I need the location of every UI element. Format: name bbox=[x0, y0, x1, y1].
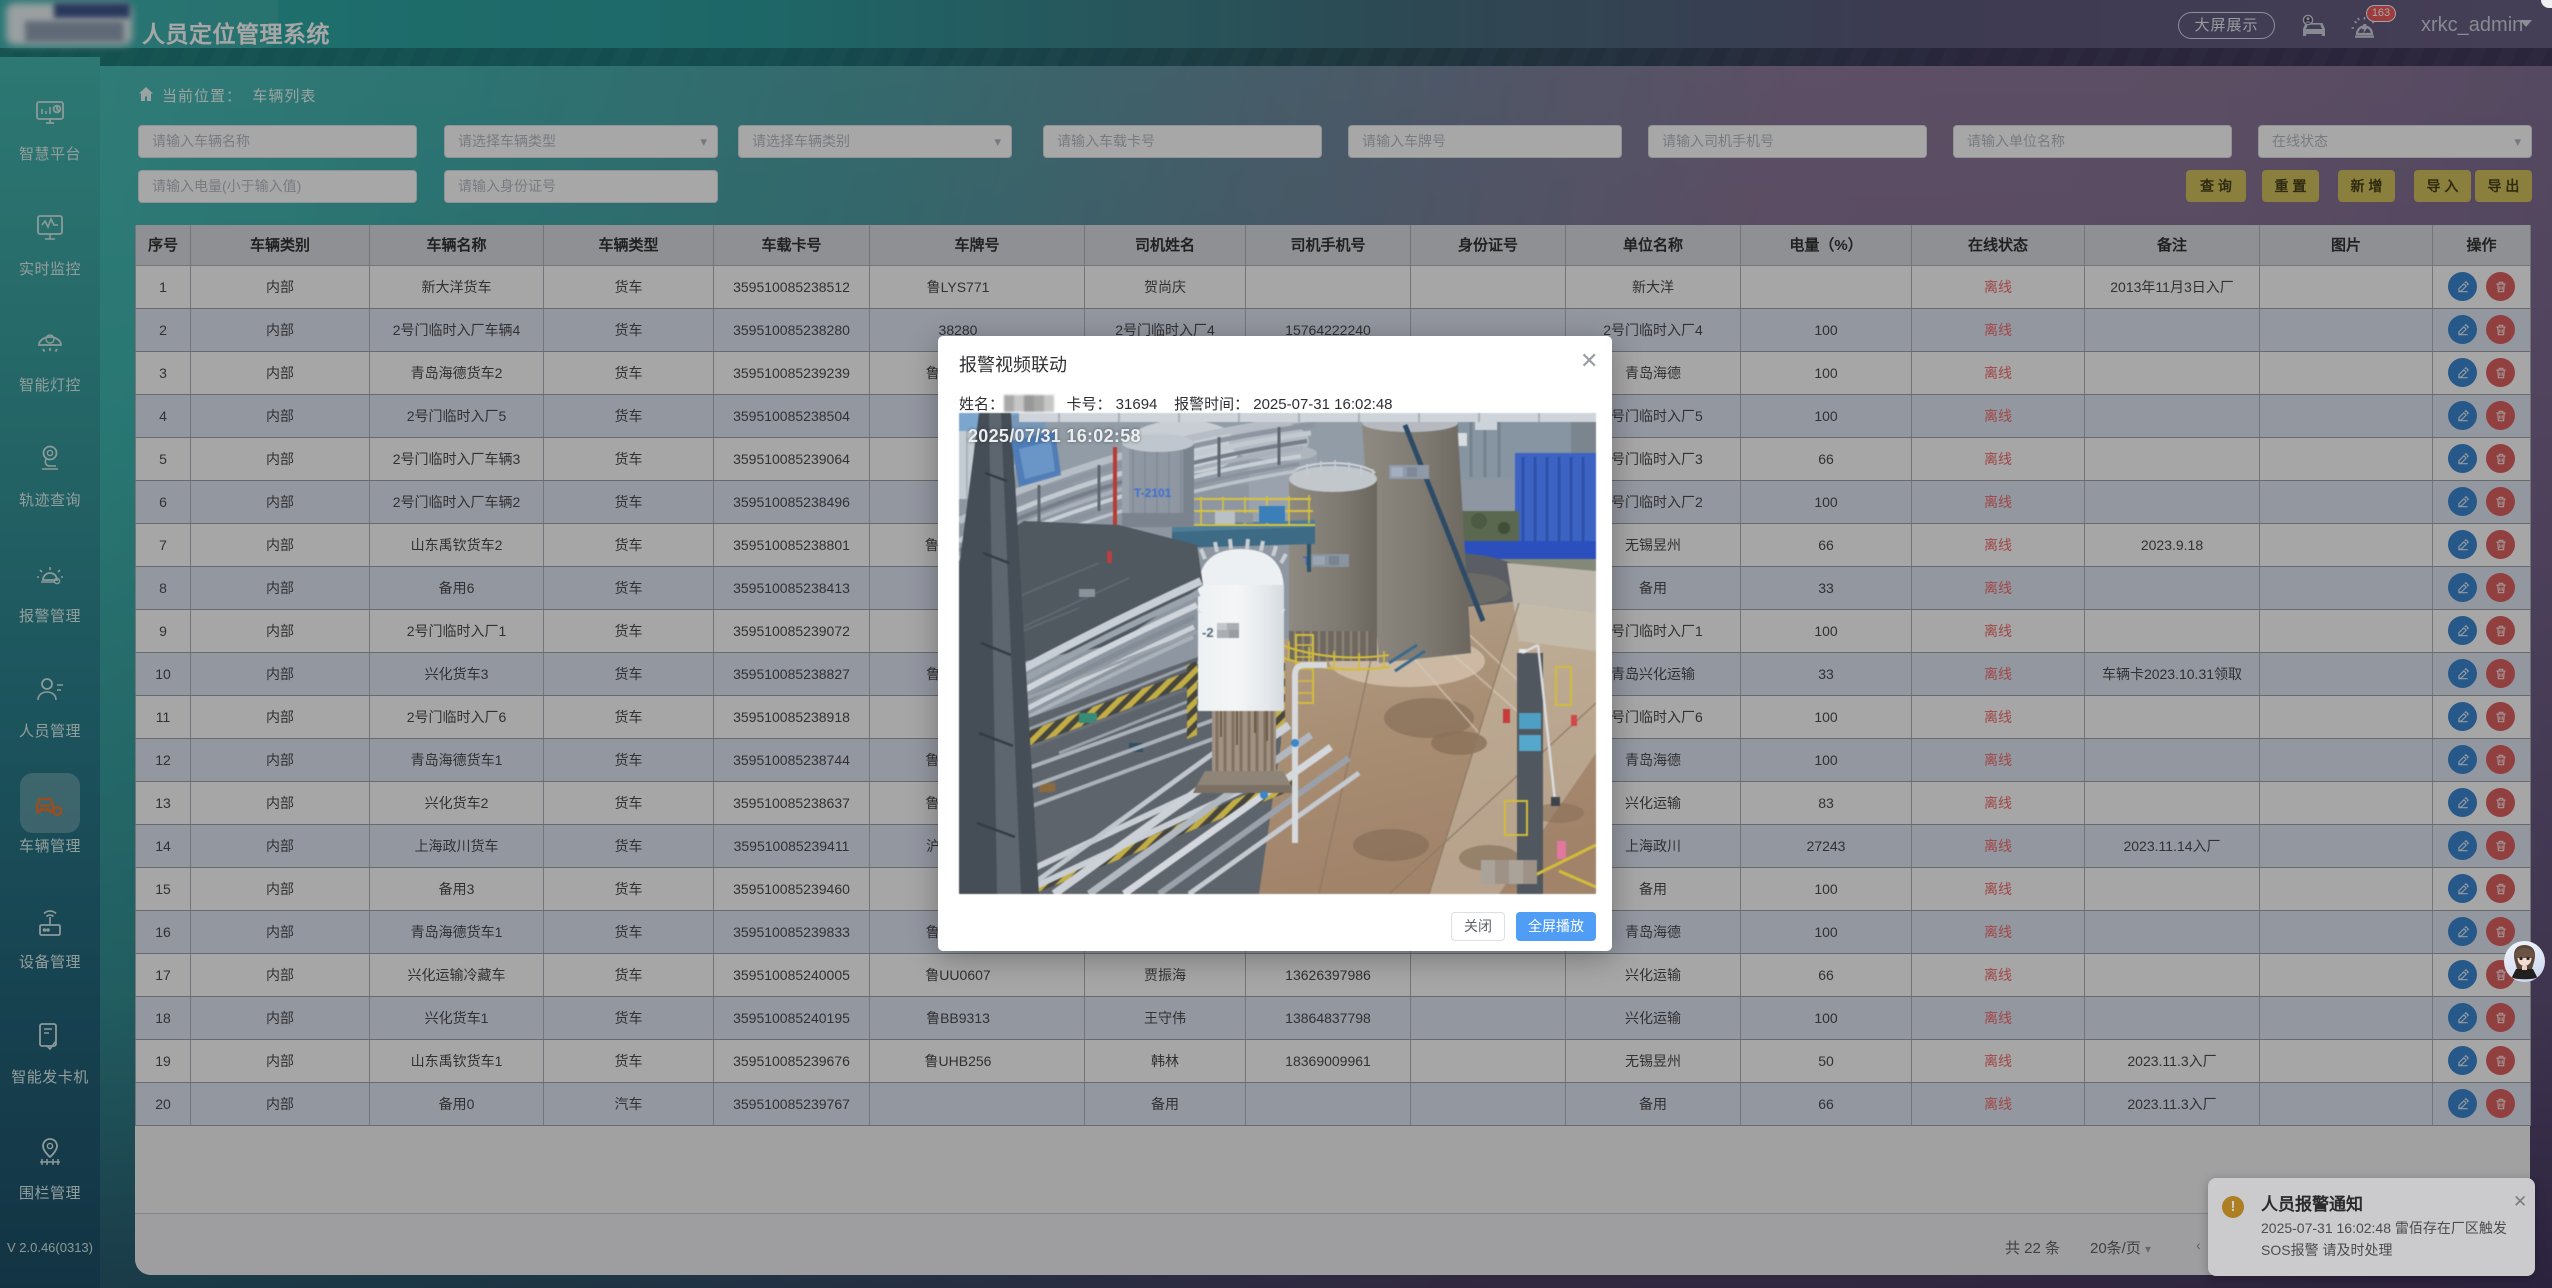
svg-text:T-2101: T-2101 bbox=[1134, 486, 1172, 500]
svg-text:-2: -2 bbox=[1202, 625, 1214, 640]
